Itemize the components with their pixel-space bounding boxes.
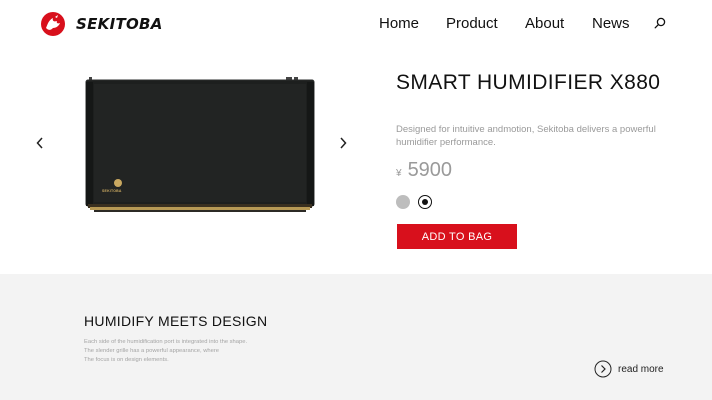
product-image-logo: SEKITOBA (102, 189, 122, 193)
swatch-black-selected[interactable] (418, 195, 432, 209)
read-more-label: read more (618, 363, 664, 375)
design-text-line: The slender grille has a powerful appear… (84, 348, 220, 354)
design-section-title: HUMIDIFY MEETS DESIGN (84, 313, 268, 329)
design-section-text: Each side of the humidification port is … (84, 338, 364, 365)
main-nav: Home Product About News (0, 15, 712, 35)
product-title: SMART HUMIDIFIER X880 (396, 71, 661, 94)
design-text-line: Each side of the humidification port is … (84, 339, 248, 345)
nav-news[interactable]: News (592, 15, 630, 32)
site-header: SEKITOBA Home Product About News (0, 0, 712, 48)
product-price: ¥ 5900 (396, 159, 452, 182)
search-icon[interactable] (654, 17, 666, 29)
design-text-line: The focus is on design elements. (84, 357, 169, 363)
nav-home[interactable]: Home (379, 15, 419, 32)
product-description: Designed for intuitive andmotion, Sekito… (396, 124, 656, 148)
read-more-link[interactable]: read more (594, 360, 664, 378)
price-currency: ¥ (396, 168, 402, 179)
chevron-left-icon[interactable] (35, 136, 45, 150)
swatch-grey[interactable] (396, 195, 410, 209)
chevron-right-icon[interactable] (338, 136, 348, 150)
color-swatches (396, 195, 432, 209)
nav-about[interactable]: About (525, 15, 564, 32)
product-image (85, 77, 315, 212)
add-to-bag-button[interactable]: ADD TO BAG (397, 224, 517, 249)
nav-product[interactable]: Product (446, 15, 498, 32)
price-value: 5900 (407, 159, 453, 181)
chevron-right-circle-icon (594, 360, 612, 378)
design-section: HUMIDIFY MEETS DESIGN Each side of the h… (0, 274, 712, 400)
